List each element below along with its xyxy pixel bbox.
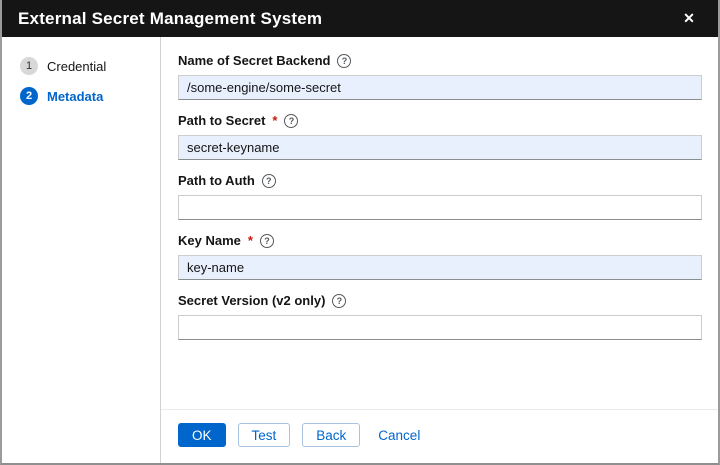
field-label: Key Name	[178, 234, 241, 248]
wizard-step-credential[interactable]: 1 Credential	[2, 51, 160, 81]
wizard-content: Name of Secret Backend ? Path to Secret …	[161, 37, 718, 463]
metadata-form: Name of Secret Backend ? Path to Secret …	[161, 37, 718, 409]
field-label-row: Path to Auth ?	[178, 174, 702, 188]
field-label-row: Name of Secret Backend ?	[178, 54, 702, 68]
path-to-auth-input[interactable]	[178, 195, 702, 220]
cancel-button[interactable]: Cancel	[372, 423, 426, 447]
field-path-to-auth: Path to Auth ?	[178, 174, 702, 220]
wizard-step-label: Metadata	[47, 89, 103, 104]
secret-backend-input[interactable]	[178, 75, 702, 100]
secret-version-input[interactable]	[178, 315, 702, 340]
required-asterisk: *	[248, 236, 253, 246]
help-icon[interactable]: ?	[337, 54, 351, 68]
back-button[interactable]: Back	[302, 423, 360, 447]
close-button[interactable]: ✕	[676, 6, 702, 32]
wizard-step-metadata[interactable]: 2 Metadata	[2, 81, 160, 111]
close-icon: ✕	[683, 10, 695, 27]
field-label: Path to Secret	[178, 114, 265, 128]
key-name-input[interactable]	[178, 255, 702, 280]
test-button[interactable]: Test	[238, 423, 291, 447]
step-number-badge: 1	[20, 57, 38, 75]
path-to-secret-input[interactable]	[178, 135, 702, 160]
modal-body: 1 Credential 2 Metadata Name of Secret B…	[2, 37, 718, 463]
field-label-row: Secret Version (v2 only) ?	[178, 294, 702, 308]
modal-header: External Secret Management System ✕	[2, 0, 718, 37]
help-icon[interactable]: ?	[260, 234, 274, 248]
field-label: Secret Version (v2 only)	[178, 294, 325, 308]
field-label: Name of Secret Backend	[178, 54, 330, 68]
required-asterisk: *	[272, 116, 277, 126]
modal-title: External Secret Management System	[18, 9, 322, 29]
modal-footer: OK Test Back Cancel	[161, 409, 718, 463]
field-path-to-secret: Path to Secret * ?	[178, 114, 702, 160]
external-secret-modal: External Secret Management System ✕ 1 Cr…	[0, 0, 720, 465]
field-label-row: Key Name * ?	[178, 234, 702, 248]
field-key-name: Key Name * ?	[178, 234, 702, 280]
wizard-step-label: Credential	[47, 59, 106, 74]
field-secret-backend: Name of Secret Backend ?	[178, 54, 702, 100]
help-icon[interactable]: ?	[332, 294, 346, 308]
field-label-row: Path to Secret * ?	[178, 114, 702, 128]
ok-button[interactable]: OK	[178, 423, 226, 447]
wizard-nav: 1 Credential 2 Metadata	[2, 37, 161, 463]
step-number-badge: 2	[20, 87, 38, 105]
field-label: Path to Auth	[178, 174, 255, 188]
help-icon[interactable]: ?	[284, 114, 298, 128]
help-icon[interactable]: ?	[262, 174, 276, 188]
field-secret-version: Secret Version (v2 only) ?	[178, 294, 702, 340]
